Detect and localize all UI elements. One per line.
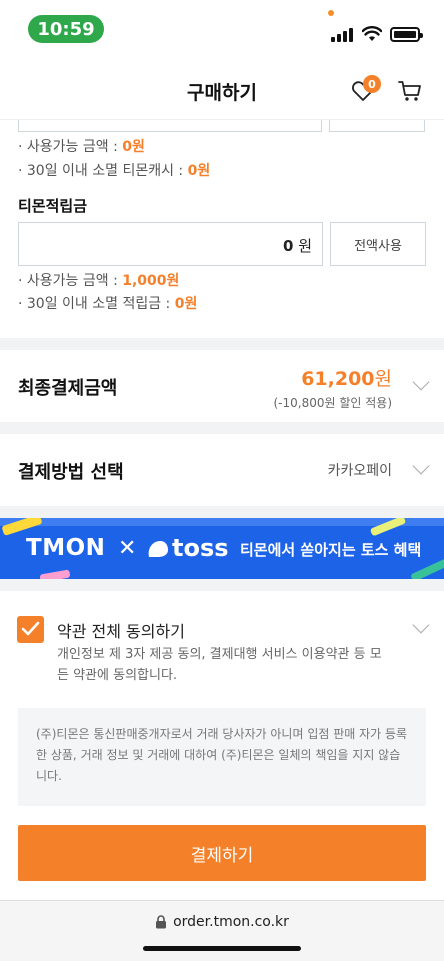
browser-address-bar: order.tmon.co.kr <box>0 900 444 961</box>
tmon-points-available-note: · 사용가능 금액 : 1,000원 <box>18 273 180 289</box>
agreement-section: 약관 전체 동의하기 개인정보 제 3자 제공 동의, 결제대행 서비스 이용약… <box>0 591 444 901</box>
url-display[interactable]: order.tmon.co.kr <box>0 914 444 930</box>
chevron-down-icon[interactable] <box>412 616 430 634</box>
section-divider <box>0 506 444 518</box>
tmon-cash-expiring-value: 0원 <box>187 163 211 179</box>
agreement-description: 개인정보 제 3자 제공 동의, 결제대행 서비스 이용약관 등 모든 약관에 … <box>57 647 382 683</box>
wishlist-count-badge: 0 <box>363 75 381 93</box>
final-payment-label: 최종결제금액 <box>18 378 118 399</box>
tmon-points-input-value: 0 <box>282 237 294 255</box>
chevron-down-icon <box>412 457 430 475</box>
agree-all-checkbox[interactable] <box>17 616 44 643</box>
tmon-cash-available-value: 0원 <box>122 139 145 155</box>
pay-button[interactable]: 결제하기 <box>18 825 426 881</box>
cart-icon[interactable] <box>398 80 422 102</box>
agree-all-label[interactable]: 약관 전체 동의하기 <box>57 618 185 642</box>
tmon-cash-input[interactable] <box>18 120 322 132</box>
final-payment-section[interactable]: 최종결제금액 61,200원 (-10,800원 할인 적용) <box>0 350 444 422</box>
section-divider <box>0 579 444 591</box>
status-time: 10:59 <box>28 15 104 43</box>
checkmark-icon <box>21 621 40 636</box>
tmon-points-input[interactable]: 0 원 <box>18 222 323 266</box>
tmon-cash-available-note: · 사용가능 금액 : 0원 <box>18 139 145 155</box>
tmon-points-input-unit: 원 <box>298 237 312 255</box>
toss-logo-icon <box>148 541 168 557</box>
url-text: order.tmon.co.kr <box>173 914 289 930</box>
tmon-logo: TMON <box>26 535 106 561</box>
tmon-points-expiring-note: · 30일 이내 소멸 적립금 : 0원 <box>18 296 198 312</box>
tmon-cash-expiring-note: · 30일 이내 소멸 티몬캐시 : 0원 <box>18 163 211 179</box>
cellular-signal-icon <box>331 28 353 42</box>
battery-icon <box>390 27 423 42</box>
wifi-icon <box>362 26 382 41</box>
section-divider <box>0 338 444 350</box>
tmon-cash-use-all-button[interactable] <box>329 120 425 132</box>
payment-method-selected: 카카오페이 <box>327 463 392 479</box>
tmon-points-expiring-value: 0원 <box>174 296 198 312</box>
app-header: 구매하기 0 <box>0 58 444 120</box>
chevron-down-icon <box>412 373 430 391</box>
confetti-decoration <box>39 569 71 579</box>
payment-method-section[interactable]: 결제방법 선택 카카오페이 <box>0 434 444 506</box>
banner-text: 티몬에서 쏟아지는 토스 혜택 <box>240 541 422 559</box>
confetti-decoration <box>410 557 444 579</box>
payment-method-label: 결제방법 선택 <box>18 462 124 483</box>
lock-icon <box>156 915 167 929</box>
status-bar: 10:59 <box>0 0 444 58</box>
discount-applied-note: (-10,800원 할인 적용) <box>273 396 392 410</box>
discount-points-section: · 사용가능 금액 : 0원 · 30일 이내 소멸 티몬캐시 : 0원 티몬적… <box>0 120 444 338</box>
tmon-points-available-value: 1,000원 <box>122 273 180 289</box>
privacy-indicator-dot <box>328 10 334 16</box>
home-indicator[interactable] <box>143 946 301 951</box>
final-payment-amount: 61,200원 <box>301 368 392 390</box>
tmon-points-label: 티몬적립금 <box>18 197 88 215</box>
toss-logo: toss <box>172 534 229 562</box>
section-divider <box>0 422 444 434</box>
tmon-toss-promo-banner[interactable]: TMON ✕ toss 티몬에서 쏟아지는 토스 혜택 <box>0 518 444 579</box>
tmon-points-use-all-button[interactable]: 전액사용 <box>330 222 426 266</box>
collab-cross-icon: ✕ <box>118 536 137 561</box>
seller-liability-notice: (주)티몬은 통신판매중개자로서 거래 당사자가 아니며 입점 판매 자가 등록… <box>18 708 426 806</box>
